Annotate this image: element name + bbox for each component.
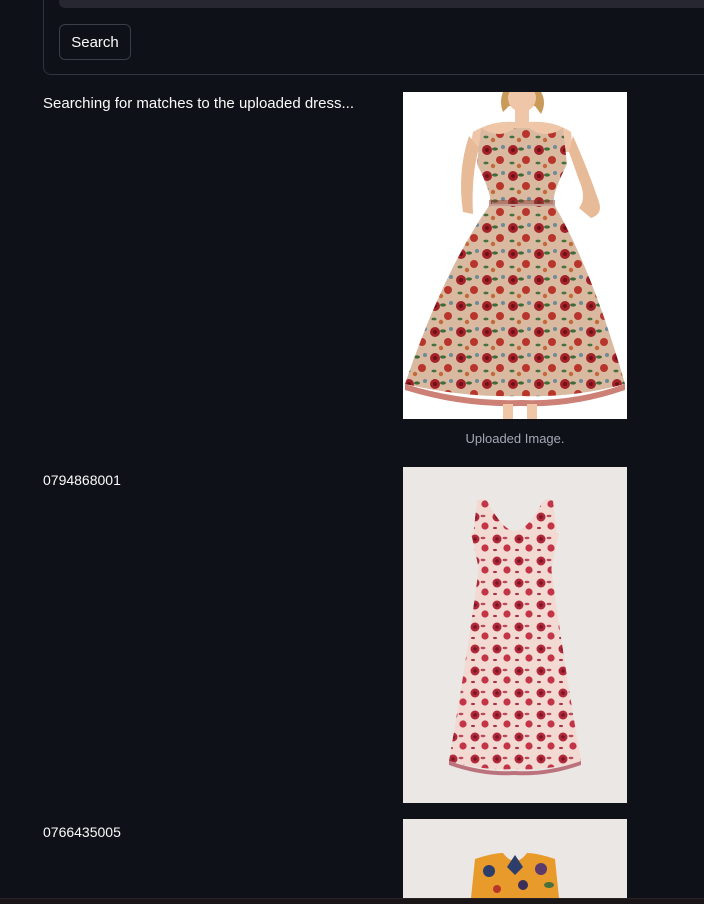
search-form: [43, 0, 704, 75]
search-button[interactable]: Search: [59, 24, 131, 60]
result-article-id: 0766435005: [43, 824, 121, 840]
app-page: Search Searching for matches to the uplo…: [0, 0, 704, 904]
result-dress-image: [403, 819, 627, 898]
uploaded-dress-image: [403, 92, 627, 419]
uploaded-image-caption: Uploaded Image.: [465, 431, 565, 446]
bottom-edge: [0, 898, 704, 904]
search-status-text: Searching for matches to the uploaded dr…: [43, 95, 355, 112]
result-dress-image: [403, 467, 627, 803]
result-article-id: 0794868001: [43, 472, 121, 488]
upload-input-edge[interactable]: [59, 0, 704, 8]
